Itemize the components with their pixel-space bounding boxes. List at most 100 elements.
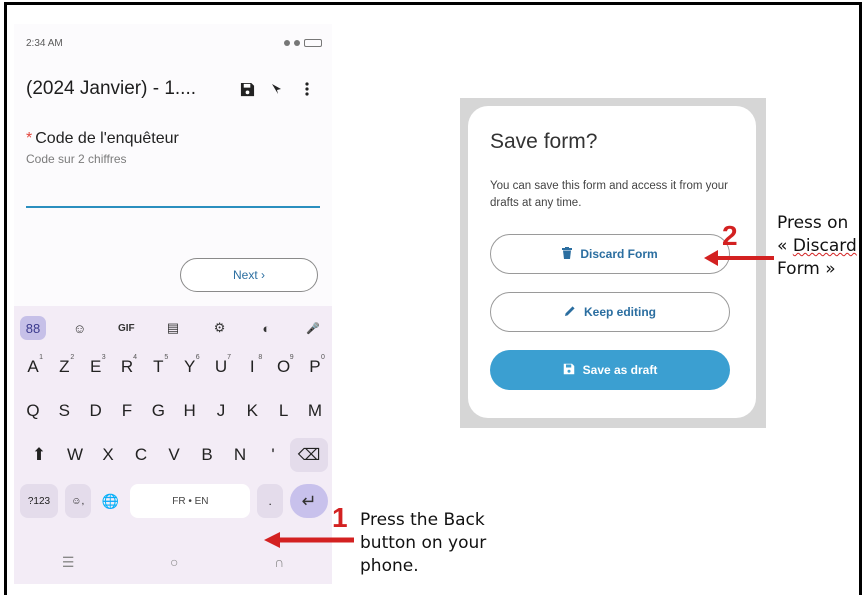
key-label: Z: [59, 357, 70, 376]
key-hint: 5: [164, 354, 169, 361]
next-button[interactable]: Next ›: [180, 258, 318, 292]
question-label: * Code de l'enquêteur: [26, 130, 322, 148]
step-1-line: button on your: [360, 533, 487, 553]
step-1-arrow: [264, 532, 354, 548]
keyboard-row-2: QSDFGHJKLM: [20, 394, 328, 428]
key-i[interactable]: I8: [239, 350, 265, 384]
required-mark: *: [26, 130, 33, 147]
step-2-instruction: Press on « Discard Form »: [777, 212, 857, 281]
key-label: Y: [183, 357, 196, 376]
question-block: * Code de l'enquêteur Code sur 2 chiffres: [26, 130, 322, 166]
key-j[interactable]: J: [208, 394, 234, 428]
key-a[interactable]: A1: [20, 350, 46, 384]
step-1-line: Press the Back: [360, 510, 485, 530]
step-2-line-1: Press on: [777, 213, 849, 233]
signal-icon: [284, 40, 290, 46]
key-x[interactable]: X: [95, 438, 121, 472]
key-l[interactable]: L: [271, 394, 297, 428]
keyboard-toolbar: 88 ☺ GIF ▤ ⚙ ◐ 🎤: [20, 316, 326, 340]
save-icon[interactable]: [232, 74, 262, 104]
key-e[interactable]: E3: [83, 350, 109, 384]
apps-icon[interactable]: 88: [20, 316, 46, 340]
key-hint: 4: [133, 354, 137, 361]
key-g[interactable]: G: [145, 394, 171, 428]
key-m[interactable]: M: [302, 394, 328, 428]
key-z[interactable]: Z2: [51, 350, 77, 384]
answer-input[interactable]: [26, 194, 320, 208]
symbols-key[interactable]: ?123: [20, 484, 58, 518]
step-1-line: phone.: [360, 556, 419, 576]
key-k[interactable]: K: [239, 394, 265, 428]
key-p[interactable]: P0: [302, 350, 328, 384]
key-hint: 3: [101, 354, 106, 361]
recents-nav-icon[interactable]: ☰: [62, 554, 75, 571]
key-y[interactable]: Y6: [177, 350, 203, 384]
key-c[interactable]: C: [128, 438, 154, 472]
space-key[interactable]: FR • EN: [130, 484, 251, 518]
key-hint: 9: [289, 354, 294, 361]
globe-key[interactable]: 🌐: [98, 484, 124, 518]
status-time: 2:34 AM: [26, 37, 63, 49]
form-title: (2024 Janvier) - 1....: [26, 78, 197, 99]
step-2-number: 2: [722, 220, 738, 251]
step-1-instruction: Press the Back button on your phone.: [360, 509, 486, 578]
step-2-line-2: « Discard: [777, 235, 857, 258]
save-as-draft-label: Save as draft: [582, 363, 658, 377]
step-2-discard-word: Discard: [792, 236, 857, 256]
key-h[interactable]: H: [177, 394, 203, 428]
key-w[interactable]: W: [62, 438, 88, 472]
keyboard-row-3-letters: W X C V B N ': [62, 438, 286, 472]
emoji-comma-key[interactable]: ☺,: [64, 484, 91, 518]
key-n[interactable]: N: [227, 438, 253, 472]
step-2-line-3: Form »: [777, 259, 836, 279]
settings-icon[interactable]: ⚙: [207, 316, 233, 340]
question-hint: Code sur 2 chiffres: [26, 152, 127, 166]
key-apostrophe[interactable]: ': [260, 438, 286, 472]
save-icon: [563, 363, 575, 378]
discard-form-button[interactable]: Discard Form: [490, 234, 730, 274]
key-f[interactable]: F: [114, 394, 140, 428]
key-hint: 8: [258, 354, 263, 361]
gif-icon[interactable]: GIF: [113, 316, 139, 340]
enter-key[interactable]: ↵: [289, 484, 328, 518]
key-q[interactable]: Q: [20, 394, 46, 428]
step-2-arrow: [704, 250, 774, 266]
step-2-quote: «: [777, 236, 793, 256]
mic-icon[interactable]: 🎤: [300, 316, 326, 340]
key-b[interactable]: B: [194, 438, 220, 472]
trash-icon: [562, 246, 573, 262]
back-nav-icon[interactable]: ∩: [274, 554, 284, 570]
sticker-icon[interactable]: ☺: [67, 316, 93, 340]
more-vert-icon[interactable]: [292, 74, 322, 104]
keyboard-row-3: ⬆ W X C V B N ' ⌫: [20, 438, 328, 472]
dialog-title: Save form?: [490, 130, 598, 153]
keep-editing-button[interactable]: Keep editing: [490, 292, 730, 332]
key-t[interactable]: T5: [145, 350, 171, 384]
key-d[interactable]: D: [83, 394, 109, 428]
save-as-draft-button[interactable]: Save as draft: [490, 350, 730, 390]
key-label: A: [27, 357, 39, 376]
key-v[interactable]: V: [161, 438, 187, 472]
key-hint: 1: [39, 354, 43, 361]
clipboard-icon[interactable]: ▤: [160, 316, 186, 340]
key-hint: 0: [321, 354, 325, 361]
key-r[interactable]: R4: [114, 350, 140, 384]
battery-icon: [304, 39, 322, 47]
keyboard-row-4: ?123 ☺, 🌐 FR • EN . ↵: [20, 484, 328, 518]
theme-icon[interactable]: ◐: [253, 316, 279, 340]
pin-icon[interactable]: [262, 74, 292, 104]
key-o[interactable]: O9: [271, 350, 297, 384]
key-label: T: [153, 357, 164, 376]
period-key[interactable]: .: [257, 484, 284, 518]
home-nav-icon[interactable]: ○: [170, 554, 178, 570]
key-s[interactable]: S: [51, 394, 77, 428]
shift-key[interactable]: ⬆: [20, 438, 58, 472]
question-label-text: Code de l'enquêteur: [35, 130, 179, 147]
pencil-icon: [564, 305, 576, 320]
wifi-icon: [294, 40, 300, 46]
backspace-key[interactable]: ⌫: [290, 438, 328, 472]
key-hint: 2: [70, 354, 75, 361]
key-hint: 7: [227, 354, 231, 361]
keyboard-row-1: A1Z2E3R4T5Y6U7I8O9P0: [20, 350, 328, 384]
key-u[interactable]: U7: [208, 350, 234, 384]
